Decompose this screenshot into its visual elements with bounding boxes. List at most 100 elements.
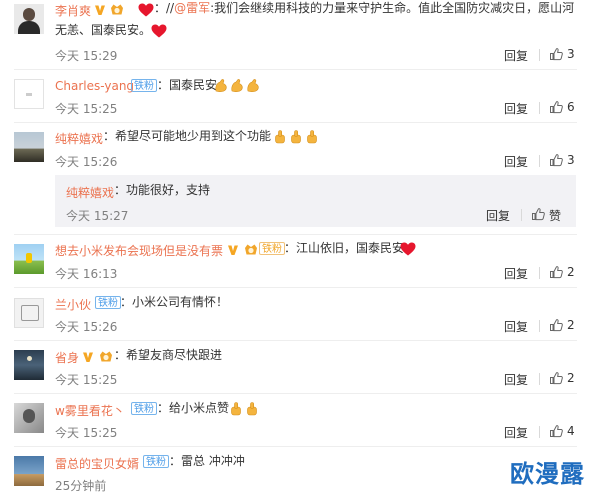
divider [14,340,577,341]
mention-link[interactable]: @雷军 [174,1,210,15]
comment-time: 今天 15:25 [55,373,118,387]
comment-username[interactable]: 省身 [55,349,79,366]
action-divider [539,49,540,61]
like-count: 2 [567,265,575,279]
fans-badge[interactable]: 铁粉 [143,455,169,468]
reply-button[interactable]: 回复 [504,265,528,282]
action-divider [539,155,540,167]
reply-text: ：功能很好，支持 [114,183,211,197]
reply-button[interactable]: 回复 [504,47,528,64]
comment-time: 25分钟前 [55,479,107,493]
comment-username[interactable]: 纯粹嬉戏 [55,130,103,147]
avatar[interactable] [14,456,44,486]
divider [14,234,577,235]
action-divider [539,320,540,332]
divider [14,122,577,123]
comment-time: 今天 15:25 [55,102,118,116]
comment-text: ：希望友商尽快跟进 [114,348,223,362]
comment-time: 今天 16:13 [55,267,118,281]
comment-username[interactable]: 想去小米发布会现场但是没有票 [55,242,223,259]
action-divider [539,426,540,438]
reply-button[interactable]: 回复 [504,318,528,335]
like-count: 3 [567,153,575,167]
heart-emoji-icon [400,242,416,256]
reply-button[interactable]: 回复 [504,153,528,170]
avatar[interactable] [14,79,44,109]
verified-icon [227,244,239,256]
comment-time: 今天 15:26 [55,320,118,334]
vip-crown-icon[interactable] [109,3,125,16]
thumbs-up-icon[interactable] [549,424,563,438]
divider [14,393,577,394]
reply-button[interactable]: 回复 [504,371,528,388]
reply-button[interactable]: 回复 [504,424,528,441]
comment-text: ：国泰民安 [157,78,218,92]
comment-time: 今天 15:26 [55,155,118,169]
comment-text: ：//@雷军:我们会继续用科技的力量来守护生命。值此全国防灾减灾日，愿山河 [154,1,575,15]
comment-time: 今天 15:25 [55,426,118,440]
comment-text: ：给小米点赞 [157,401,230,415]
vip-crown-icon[interactable] [98,350,114,363]
avatar[interactable] [14,132,44,162]
comment-text: ：小米公司有情怀！ [120,295,229,309]
comment-username[interactable]: 雷总的宝贝女婿 [55,455,139,472]
like-count: 3 [567,47,575,61]
avatar[interactable] [14,4,44,34]
verified-icon [82,351,94,363]
nested-reply: 纯粹嬉戏 ：功能很好，支持 今天 15:27 回复 赞 [55,175,576,227]
ok-hand-emoji-icon [305,129,319,144]
like-count: 4 [567,424,575,438]
avatar[interactable] [14,298,44,328]
comment-username[interactable]: Charles-yang [55,79,134,93]
comment-time: 今天 15:29 [55,49,118,63]
reply-username[interactable]: 纯粹嬉戏 [66,184,114,201]
action-divider [539,373,540,385]
like-count: 2 [567,318,575,332]
reply-time: 今天 15:27 [66,209,129,223]
fans-badge[interactable]: 铁粉 [259,242,285,255]
divider [14,446,577,447]
action-divider [521,209,522,221]
thumbs-up-icon[interactable] [549,265,563,279]
ok-hand-emoji-icon [289,129,303,144]
avatar[interactable] [14,350,44,380]
ok-hand-emoji-icon [245,401,259,416]
thumbs-up-icon[interactable] [549,318,563,332]
fans-badge[interactable]: 铁粉 [131,79,157,92]
reply-button[interactable]: 回复 [504,100,528,117]
like-button-label[interactable]: 赞 [549,207,561,224]
thumbs-up-icon[interactable] [549,47,563,61]
strong-arm-emoji-icon [214,78,228,93]
strong-arm-emoji-icon [246,78,260,93]
like-count: 6 [567,100,575,114]
fans-badge[interactable]: 铁粉 [131,402,157,415]
comment-text: ：江山依旧，国泰民安 [284,241,405,255]
fans-badge[interactable]: 铁粉 [95,296,121,309]
like-count: 2 [567,371,575,385]
heart-emoji-icon [138,3,154,17]
comment-text: ：希望尽可能地少用到这个功能 [103,129,272,143]
strong-arm-emoji-icon [230,78,244,93]
thumbs-up-icon[interactable] [531,207,545,221]
action-divider [539,267,540,279]
avatar[interactable] [14,244,44,274]
comment-username[interactable]: 兰小伙 [55,296,91,313]
action-divider [539,102,540,114]
divider [14,69,577,70]
heart-emoji-icon [151,24,167,38]
reply-button[interactable]: 回复 [486,207,510,224]
comment-username[interactable]: w雾里看花丶 [55,402,125,419]
ok-hand-emoji-icon [273,129,287,144]
watermark: 欧漫露 [510,460,585,488]
comment-text-continued: 无恙、国泰民安。 [55,23,152,37]
comment-username[interactable]: 李肖爽 [55,2,91,19]
ok-hand-emoji-icon [229,401,243,416]
thumbs-up-icon[interactable] [549,371,563,385]
vip-crown-icon[interactable] [243,243,259,256]
verified-icon [94,4,106,16]
thumbs-up-icon[interactable] [549,153,563,167]
divider [14,287,577,288]
thumbs-up-icon[interactable] [549,100,563,114]
comment-text: ：雷总 冲冲冲 [169,454,245,468]
avatar[interactable] [14,403,44,433]
